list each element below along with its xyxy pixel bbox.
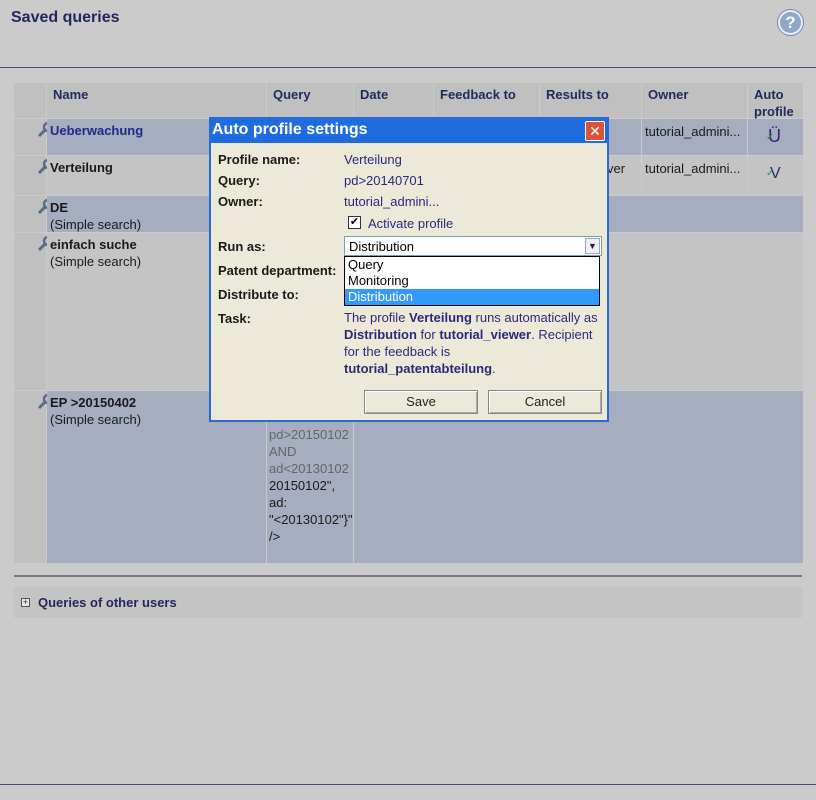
query-line: "<20130102"}" — [269, 512, 353, 527]
table-row-icon-cell — [14, 391, 54, 563]
header-results-to[interactable]: Results to — [540, 83, 641, 118]
header-auto-profile-line2: profile — [754, 104, 794, 119]
query-line: ad<20130102 — [269, 461, 349, 476]
query-line: ad: — [269, 495, 288, 510]
auto-profile-dialog: Auto profile settings ✕ Profile name: Ve… — [209, 117, 609, 422]
header-divider — [0, 67, 816, 68]
query-line: AND — [269, 444, 297, 459]
distribute-to-label: Distribute to: — [218, 287, 299, 302]
task-recipient: tutorial_patentabteilung — [344, 361, 493, 376]
footer-divider — [0, 784, 816, 785]
query-line: /> — [269, 529, 281, 544]
auto-profile-cell[interactable]: V ✓ — [748, 156, 803, 195]
query-line: 20150102", — [269, 478, 336, 493]
other-users-label[interactable]: Queries of other users — [38, 595, 177, 610]
chevron-down-icon[interactable]: ▼ — [585, 238, 600, 254]
task-text: runs automatically as — [471, 310, 598, 325]
run-as-option-distribution[interactable]: Distribution — [345, 289, 599, 305]
results-to-cell: ver — [607, 161, 626, 176]
header-feedback-to[interactable]: Feedback to — [434, 83, 539, 118]
run-as-selected-value: Distribution — [349, 239, 415, 254]
task-text: for — [416, 327, 440, 342]
run-as-option-query[interactable]: Query — [345, 257, 599, 273]
header-icon-column — [14, 83, 46, 118]
owner-label: Owner: — [218, 194, 263, 209]
owner-cell: tutorial_admini... — [642, 156, 747, 195]
task-text: The profile — [344, 310, 410, 325]
table-row-icon-cell — [14, 119, 54, 155]
query-label: Query: — [218, 173, 260, 188]
header-auto-profile-line1: Auto — [754, 87, 784, 102]
query-name-link[interactable]: Ueberwachung — [50, 123, 143, 138]
auto-profile-cell[interactable]: Ü ✓ — [748, 119, 803, 155]
save-button[interactable]: Save — [364, 390, 478, 414]
owner-value: tutorial_admini... — [344, 194, 440, 209]
dialog-title: Auto profile settings — [212, 121, 368, 138]
patent-department-label: Patent department: — [218, 263, 337, 278]
profile-name-value: Verteilung — [344, 152, 402, 167]
header-auto-profile[interactable]: Auto profile — [748, 83, 803, 119]
header-query[interactable]: Query — [267, 83, 353, 118]
run-as-option-monitoring[interactable]: Monitoring — [345, 273, 599, 289]
close-icon[interactable]: ✕ — [585, 121, 605, 141]
table-row-icon-cell — [14, 233, 54, 390]
activate-profile-checkbox[interactable]: ✔ — [348, 216, 361, 229]
run-as-select[interactable]: Distribution ▼ — [344, 236, 602, 256]
header-date[interactable]: Date — [354, 83, 433, 118]
task-mode: Distribution — [344, 327, 417, 342]
task-user: tutorial_viewer — [439, 327, 532, 342]
cancel-button[interactable]: Cancel — [488, 390, 602, 414]
header-owner[interactable]: Owner — [642, 83, 747, 118]
query-value: pd>20140701 — [344, 173, 424, 188]
profile-name-label: Profile name: — [218, 152, 301, 167]
table-row-icon-cell — [14, 156, 54, 195]
task-text: . — [492, 361, 496, 376]
section-divider — [14, 575, 802, 577]
checkmark-icon: ✓ — [766, 132, 775, 143]
run-as-dropdown-list: Query Monitoring Distribution — [344, 256, 600, 306]
page-title: Saved queries — [11, 9, 120, 26]
activate-profile-label[interactable]: Activate profile — [368, 216, 453, 231]
header-name[interactable]: Name — [47, 83, 266, 118]
task-description: The profile Verteilung runs automaticall… — [344, 309, 604, 377]
table-row-icon-cell — [14, 196, 54, 232]
help-icon[interactable]: ? — [778, 10, 803, 35]
run-as-label: Run as: — [218, 239, 266, 254]
query-name[interactable]: Verteilung — [50, 160, 113, 175]
expand-icon[interactable]: + — [21, 598, 30, 607]
dialog-title-bar: Auto profile settings ✕ — [211, 119, 607, 143]
other-users-section[interactable]: + Queries of other users — [14, 587, 802, 618]
owner-cell: tutorial_admini... — [642, 119, 747, 155]
checkmark-icon: ✓ — [766, 168, 775, 179]
task-label: Task: — [218, 311, 251, 326]
task-profile-name: Verteilung — [409, 310, 472, 325]
query-line: pd>20150102 — [269, 427, 349, 442]
